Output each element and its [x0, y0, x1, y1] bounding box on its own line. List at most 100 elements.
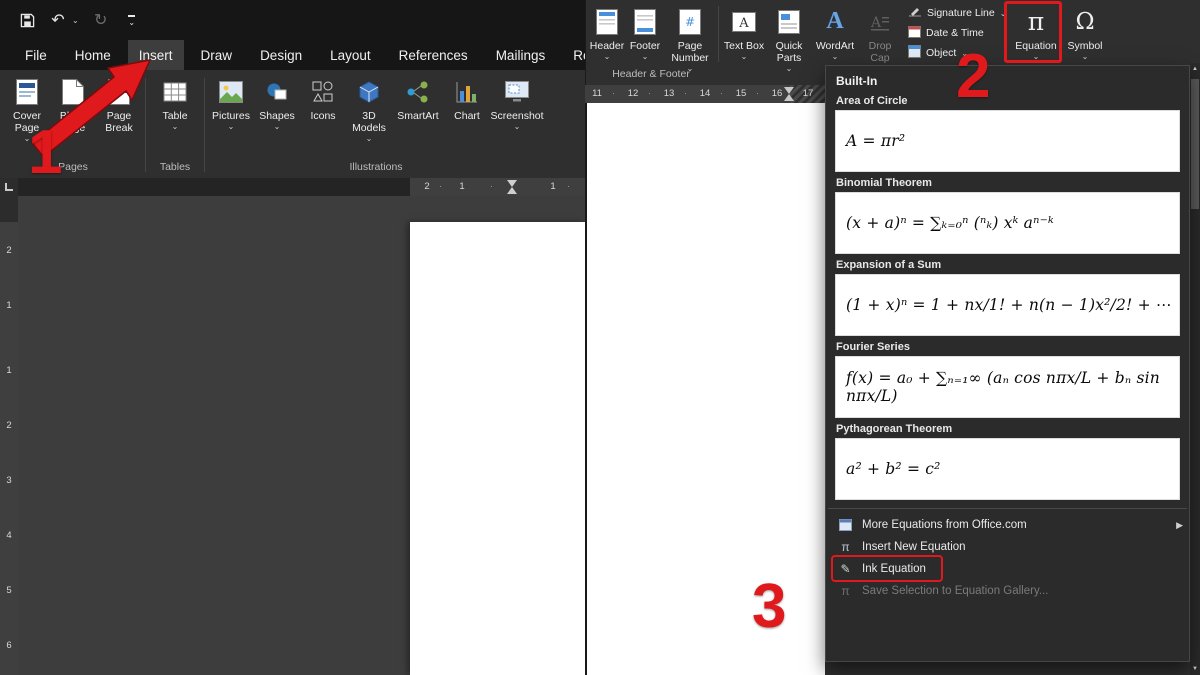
tab-insert[interactable]: Insert: [128, 40, 184, 70]
equation-item-area-of-circle[interactable]: A = πr²: [835, 110, 1180, 172]
ruler-number: 3: [0, 475, 18, 486]
illustrations-group: Pictures ⌄ Shapes ⌄ Icons 3D Models ⌄: [208, 72, 544, 178]
group-separator: [718, 6, 719, 62]
drop-cap-label: Drop Cap: [859, 40, 901, 64]
table-button[interactable]: Table ⌄: [149, 72, 201, 131]
ribbon-insert-left: Cover Page ⌄ Blank Page Page Break Pages: [0, 70, 585, 178]
tab-references[interactable]: References: [388, 40, 479, 70]
shapes-button[interactable]: Shapes ⌄: [254, 72, 300, 131]
horizontal-ruler-left[interactable]: 2 · 1 · 1 ·: [18, 178, 585, 196]
pictures-label: Pictures: [212, 110, 250, 122]
scroll-up-icon[interactable]: ▲: [1190, 66, 1200, 72]
chart-button[interactable]: Chart: [444, 72, 490, 122]
object-label: Object: [926, 47, 956, 59]
insert-new-equation-item[interactable]: π Insert New Equation: [826, 536, 1189, 558]
document-page-zoomed[interactable]: [585, 103, 825, 675]
chevron-down-icon: ⌄: [228, 123, 235, 131]
ruler-number: 2: [0, 245, 18, 256]
equation-pi-icon: π: [1028, 7, 1044, 37]
office-gallery-icon: [838, 519, 853, 531]
text-box-button[interactable]: A Text Box ⌄: [723, 2, 765, 61]
undo-dropdown-icon[interactable]: ⌄: [72, 16, 79, 25]
ribbon-tabs: File Home Insert Draw Design Layout Refe…: [0, 40, 585, 70]
page-number-icon: #: [679, 7, 701, 37]
3d-models-button[interactable]: 3D Models ⌄: [346, 72, 392, 143]
menu-separator: [828, 508, 1187, 509]
tab-file[interactable]: File: [14, 40, 58, 70]
date-time-button[interactable]: Date & Time: [908, 25, 984, 41]
equation-section-label: Binomial Theorem: [826, 172, 1189, 192]
chevron-down-icon: ⌄: [274, 123, 281, 131]
annotation-step-1: 1: [28, 122, 62, 184]
screenshot-button[interactable]: Screenshot ⌄: [490, 72, 544, 131]
scrollbar-thumb[interactable]: [1191, 79, 1199, 209]
equation-item-pythagorean-theorem[interactable]: a² + b² = c²: [835, 438, 1180, 500]
equation-item-binomial-theorem[interactable]: (x + a)ⁿ = ∑ₖ₌₀ⁿ (ⁿₖ) xᵏ aⁿ⁻ᵏ: [835, 192, 1180, 254]
more-equations-item[interactable]: More Equations from Office.com ▶: [826, 514, 1189, 536]
vertical-scrollbar[interactable]: ▲ ▼: [1190, 63, 1200, 675]
object-icon: [908, 45, 921, 61]
icons-button[interactable]: Icons: [300, 72, 346, 122]
tab-draw[interactable]: Draw: [190, 40, 244, 70]
annotation-step-3: 3: [752, 576, 786, 638]
right-margin-marker[interactable]: [784, 94, 794, 101]
ink-equation-item[interactable]: ✎ Ink Equation: [826, 558, 1189, 580]
equation-formula: A = πr²: [846, 132, 905, 150]
equation-section-label: Pythagorean Theorem: [826, 418, 1189, 438]
wordart-button[interactable]: A WordArt ⌄: [813, 2, 857, 61]
pictures-button[interactable]: Pictures ⌄: [208, 72, 254, 131]
pages-group-label: Pages: [4, 158, 142, 178]
undo-icon[interactable]: ↶: [49, 10, 67, 30]
header-button[interactable]: Header ⌄: [588, 2, 626, 61]
page-break-button[interactable]: Page Break: [96, 72, 142, 134]
save-icon[interactable]: [18, 10, 36, 30]
svg-text:A: A: [870, 15, 882, 31]
ruler-number: 2: [0, 420, 18, 431]
group-separator: [145, 78, 146, 172]
ruler-number: 16: [770, 88, 784, 99]
ruler-tick: ·: [648, 88, 651, 98]
cover-page-icon: [16, 77, 38, 107]
tab-mailings[interactable]: Mailings: [485, 40, 557, 70]
page-number-button[interactable]: # Page Number ⌄: [665, 2, 715, 73]
redo-icon: ↻: [92, 10, 110, 30]
page-break-icon: [108, 77, 130, 107]
ruler-tick: ·: [684, 88, 687, 98]
tab-home[interactable]: Home: [64, 40, 122, 70]
equation-item-expansion-of-a-sum[interactable]: (1 + x)ⁿ = 1 + nx/1! + n(n − 1)x²/2! + ⋯: [835, 274, 1180, 336]
quick-parts-button[interactable]: Quick Parts ⌄: [767, 2, 811, 73]
ruler-number: 2: [420, 181, 434, 192]
quick-parts-label: Quick Parts: [767, 40, 811, 64]
tab-layout[interactable]: Layout: [319, 40, 382, 70]
shapes-label: Shapes: [259, 110, 295, 122]
equation-item-fourier-series[interactable]: f(x) = a₀ + ∑ₙ₌₁∞ (aₙ cos nπx/L + bₙ sin…: [835, 356, 1180, 418]
ruler-origin-corner[interactable]: [0, 178, 18, 196]
equation-formula: f(x) = a₀ + ∑ₙ₌₁∞ (aₙ cos nπx/L + bₙ sin…: [846, 369, 1179, 405]
group-separator: [1004, 6, 1005, 62]
footer-button[interactable]: Footer ⌄: [627, 2, 663, 61]
chart-icon: [456, 77, 478, 107]
right-indent-marker[interactable]: [784, 87, 794, 94]
customize-quick-access-icon[interactable]: ⌄: [123, 10, 141, 30]
save-selection-item: π Save Selection to Equation Gallery...: [826, 580, 1189, 602]
equation-button[interactable]: π Equation ⌄: [1010, 2, 1062, 61]
tables-group: Table ⌄ Tables: [149, 72, 201, 178]
document-page[interactable]: [410, 222, 585, 675]
quick-parts-icon: [778, 7, 800, 37]
tab-selector-icon: [5, 183, 13, 191]
smartart-button[interactable]: SmartArt: [392, 72, 444, 122]
page-number-label: Page Number: [665, 40, 715, 64]
hanging-indent-marker[interactable]: [507, 187, 517, 194]
pages-group: Cover Page ⌄ Blank Page Page Break Pages: [4, 72, 142, 178]
chevron-down-icon: ⌄: [1033, 53, 1040, 61]
tab-design[interactable]: Design: [249, 40, 313, 70]
scroll-down-icon[interactable]: ▼: [1190, 666, 1200, 672]
horizontal-ruler-right[interactable]: 11 · 12 · 13 · 14 · 15 · 16 17: [585, 85, 825, 103]
document-canvas: [18, 196, 585, 675]
vertical-ruler[interactable]: 2 1 1 2 3 4 5 6: [0, 196, 18, 675]
ruler-tick: ·: [490, 181, 493, 191]
icons-icon: [312, 77, 334, 107]
signature-line-button[interactable]: Signature Line ⌄: [908, 5, 1006, 21]
symbol-button[interactable]: Ω Symbol ⌄: [1064, 2, 1106, 61]
first-line-indent-marker[interactable]: [507, 180, 517, 187]
